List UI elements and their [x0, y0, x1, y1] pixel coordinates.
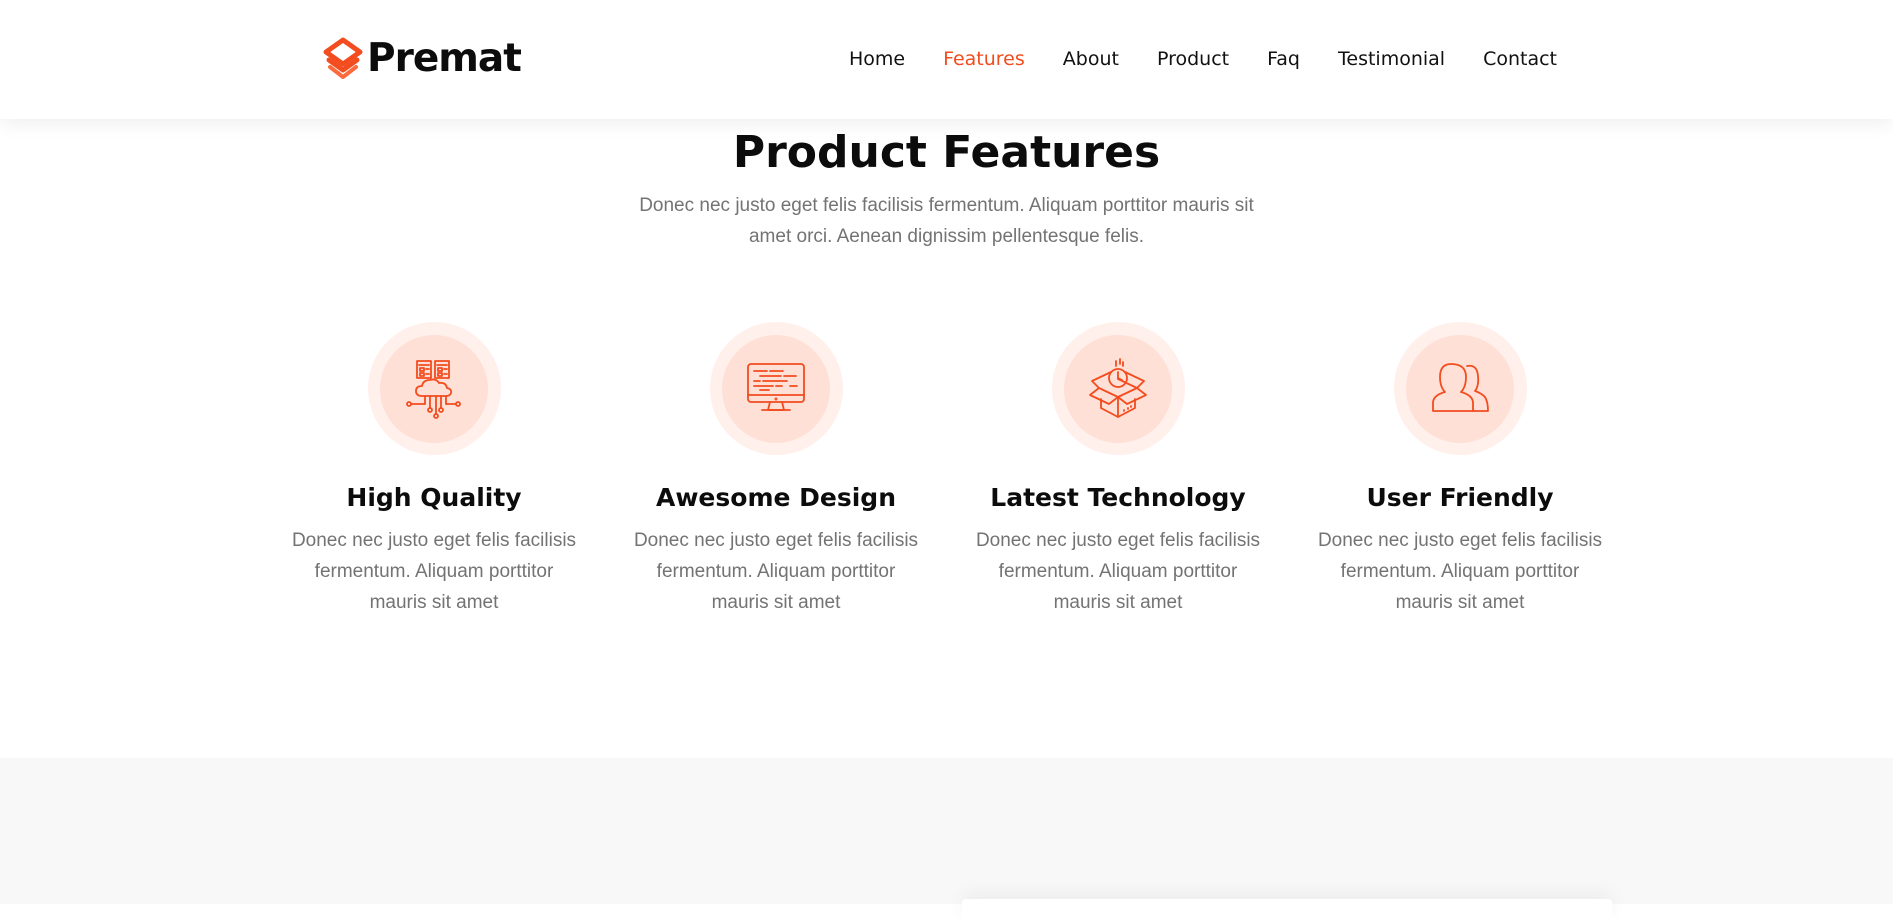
feature-icon-circle — [1051, 322, 1185, 455]
nav-item-testimonial[interactable]: Testimonial — [1338, 44, 1445, 74]
feature-description: Donec nec justo eget felis facilisis fer… — [291, 530, 577, 613]
feature-card-awesome-design: Awesome Design Donec nec justo eget feli… — [626, 322, 926, 618]
feature-icon-circle — [1393, 322, 1527, 455]
feature-title: Awesome Design — [655, 483, 896, 512]
next-section-card — [962, 899, 1612, 919]
users-icon — [1432, 362, 1489, 412]
nav-item-product[interactable]: Product — [1157, 44, 1229, 74]
feature-card-high-quality: High Quality Donec nec justo eget felis … — [284, 322, 584, 618]
feature-list: High Quality Donec nec justo eget felis … — [0, 322, 1893, 622]
feature-description: Donec nec justo eget felis facilisis fer… — [1317, 530, 1603, 613]
feature-title: User Friendly — [1366, 483, 1554, 512]
open-box-timer-icon — [1089, 357, 1147, 418]
nav-item-about[interactable]: About — [1063, 44, 1119, 74]
nav-item-features[interactable]: Features — [943, 44, 1025, 74]
section-subtitle: Donec nec justo eget felis facilisis fer… — [639, 195, 1254, 247]
brand-logo[interactable]: Premat — [322, 36, 522, 82]
feature-card-latest-technology: Latest Technology Donec nec justo eget f… — [968, 322, 1268, 618]
feature-card-user-friendly: User Friendly Donec nec justo eget felis… — [1310, 322, 1610, 618]
cloud-server-network-icon — [406, 359, 461, 419]
main-nav: Home Features About Product Faq Testimon… — [849, 44, 1557, 74]
nav-item-contact[interactable]: Contact — [1483, 44, 1557, 74]
feature-title: High Quality — [346, 483, 522, 512]
nav-item-faq[interactable]: Faq — [1267, 44, 1300, 74]
nav-item-home[interactable]: Home — [849, 44, 905, 74]
monitor-code-icon — [747, 362, 805, 411]
next-section — [0, 758, 1893, 919]
feature-title: Latest Technology — [990, 483, 1246, 512]
feature-description: Donec nec justo eget felis facilisis fer… — [975, 530, 1261, 613]
feature-description: Donec nec justo eget felis facilisis fer… — [633, 530, 919, 613]
brand-name: Premat — [367, 36, 522, 81]
stacked-layers-logo-icon — [323, 37, 363, 79]
section-title: Product Features — [732, 127, 1161, 178]
feature-icon-circle — [367, 322, 501, 455]
site-header: Premat Home Features About Product Faq T… — [0, 0, 1893, 119]
feature-icon-circle — [709, 322, 843, 455]
